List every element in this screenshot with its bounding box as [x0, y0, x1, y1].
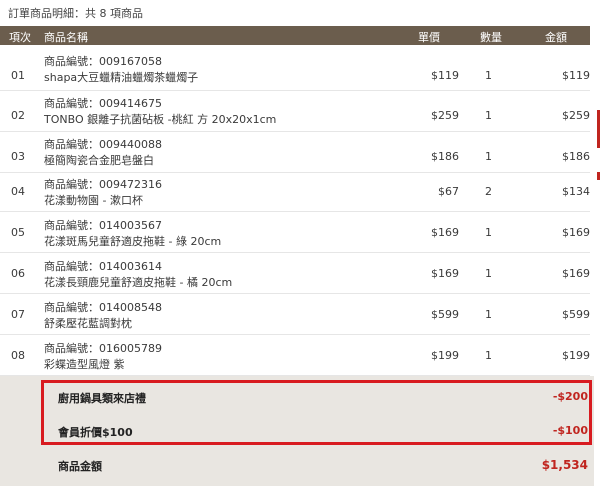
row-index: 02 — [11, 109, 25, 122]
line-amount: $119 — [562, 69, 590, 82]
row-index: 06 — [11, 267, 25, 280]
product-code: 商品編號：014003614 — [44, 260, 162, 273]
product-name: 花漾長頸鹿兒童舒適皮拖鞋 - 橘 20cm — [44, 276, 233, 289]
quantity: 1 — [485, 308, 492, 321]
quantity: 1 — [485, 267, 492, 280]
unit-price: $199 — [431, 349, 459, 362]
row-index: 07 — [11, 308, 25, 321]
product-code: 商品編號：016005789 — [44, 342, 162, 355]
quantity: 1 — [485, 349, 492, 362]
quantity: 1 — [485, 150, 492, 163]
unit-price: $259 — [431, 109, 459, 122]
line-amount: $599 — [562, 308, 590, 321]
product-code: 商品編號：009167058 — [44, 55, 162, 68]
line-amount: $169 — [562, 226, 590, 239]
unit-price: $186 — [431, 150, 459, 163]
row-index: 01 — [11, 69, 25, 82]
product-name: 花漾動物園 - 漱口杯 — [44, 194, 143, 207]
product-name: TONBO 銀離子抗菌砧板 -桃紅 方 20x20x1cm — [44, 113, 277, 126]
discount-highlight-box — [41, 380, 592, 445]
table-row: 05 商品編號：014003567 花漾斑馬兒童舒適皮拖鞋 - 綠 20cm $… — [0, 212, 590, 253]
row-index: 04 — [11, 185, 25, 198]
table-row: 01 商品編號：009167058 shapa大豆蠟精油蠟燭茶蠟燭子 $119 … — [0, 45, 590, 91]
quantity: 2 — [485, 185, 492, 198]
quantity: 1 — [485, 69, 492, 82]
table-row: 07 商品編號：014008548 舒柔壓花藍調對枕 $599 1 $599 — [0, 294, 590, 335]
unit-price: $67 — [438, 185, 459, 198]
table-row: 08 商品編號：016005789 彩蝶造型風燈 紫 $199 1 $199 — [0, 335, 590, 376]
quantity: 1 — [485, 226, 492, 239]
line-amount: $259 — [562, 109, 590, 122]
line-amount: $199 — [562, 349, 590, 362]
product-name: shapa大豆蠟精油蠟燭茶蠟燭子 — [44, 71, 199, 84]
row-index: 03 — [11, 150, 25, 163]
product-code: 商品編號：009440088 — [44, 138, 162, 151]
unit-price: $169 — [431, 226, 459, 239]
row-index: 05 — [11, 226, 25, 239]
unit-price: $119 — [431, 69, 459, 82]
line-amount: $169 — [562, 267, 590, 280]
product-name: 彩蝶造型風燈 紫 — [44, 358, 125, 371]
order-items-caption: 訂單商品明細：共 8 項商品 — [8, 7, 143, 20]
table-row: 03 商品編號：009440088 極簡陶瓷合金肥皂盤白 $186 1 $186 — [0, 132, 590, 173]
line-amount: $134 — [562, 185, 590, 198]
column-header-price: 單價 — [418, 31, 440, 44]
product-name: 舒柔壓花藍調對枕 — [44, 317, 132, 330]
product-code: 商品編號：009414675 — [44, 97, 162, 110]
column-header-quantity: 數量 — [480, 31, 502, 44]
product-code: 商品編號：014008548 — [44, 301, 162, 314]
table-header: 項次 商品名稱 單價 數量 金額 — [0, 26, 590, 45]
unit-price: $169 — [431, 267, 459, 280]
unit-price: $599 — [431, 308, 459, 321]
table-row: 02 商品編號：009414675 TONBO 銀離子抗菌砧板 -桃紅 方 20… — [0, 91, 590, 132]
product-name: 花漾斑馬兒童舒適皮拖鞋 - 綠 20cm — [44, 235, 222, 248]
product-code: 商品編號：014003567 — [44, 219, 162, 232]
product-code: 商品編號：009472316 — [44, 178, 162, 191]
table-row: 06 商品編號：014003614 花漾長頸鹿兒童舒適皮拖鞋 - 橘 20cm … — [0, 253, 590, 294]
line-amount: $186 — [562, 150, 590, 163]
product-name: 極簡陶瓷合金肥皂盤白 — [44, 154, 154, 167]
total-label: 商品金額 — [58, 460, 102, 473]
column-header-name: 商品名稱 — [44, 31, 88, 44]
row-index: 08 — [11, 349, 25, 362]
column-header-index: 項次 — [9, 31, 31, 44]
quantity: 1 — [485, 109, 492, 122]
column-header-amount: 金額 — [545, 31, 567, 44]
table-row: 04 商品編號：009472316 花漾動物園 - 漱口杯 $67 2 $134 — [0, 173, 590, 212]
total-value: $1,534 — [541, 458, 588, 472]
